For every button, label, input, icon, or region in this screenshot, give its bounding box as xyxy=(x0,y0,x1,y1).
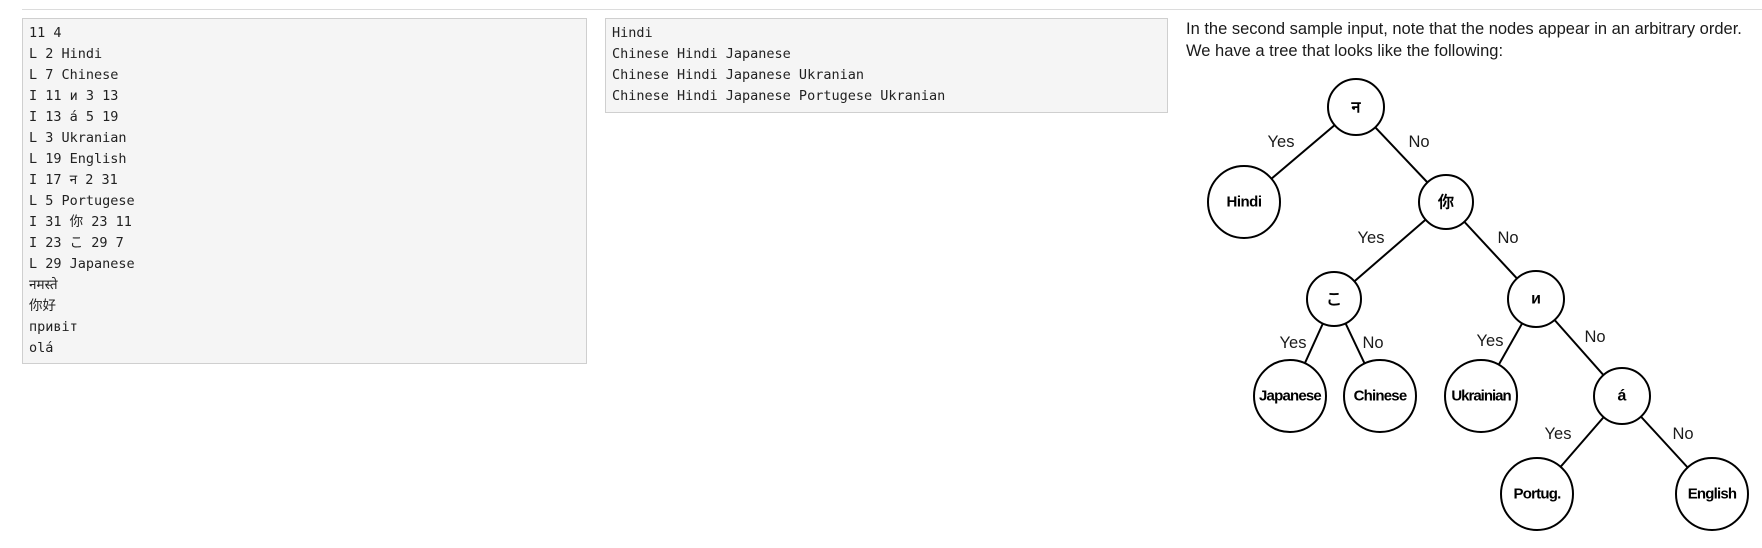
edge-label-yes: Yes xyxy=(1280,334,1307,352)
node-label-ko: こ xyxy=(1326,290,1342,309)
node-label-chinese: Chinese xyxy=(1354,388,1407,405)
tree-node-labels: न Hindi 你 こ и Japanese Chinese Ukrainian… xyxy=(1227,98,1738,503)
node-label-root: न xyxy=(1351,98,1362,117)
edge-label-no: No xyxy=(1408,133,1429,151)
edge-label-yes: Yes xyxy=(1545,425,1572,443)
edge-label-no: No xyxy=(1497,229,1518,247)
node-label-ukrainian: Ukrainian xyxy=(1451,388,1511,405)
node-label-a: á xyxy=(1618,388,1627,405)
node-label-i: и xyxy=(1531,291,1541,308)
edge-label-yes: Yes xyxy=(1358,229,1385,247)
edge-label-no: No xyxy=(1672,425,1693,443)
node-label-hindi: Hindi xyxy=(1227,194,1262,211)
node-label-portug: Portug. xyxy=(1514,486,1562,503)
edge-label-yes: Yes xyxy=(1268,133,1295,151)
edge-label-no: No xyxy=(1362,334,1383,352)
edge-label-no: No xyxy=(1584,328,1605,346)
node-label-english: English xyxy=(1688,486,1737,503)
node-label-ni: 你 xyxy=(1437,193,1454,212)
edge-label-yes: Yes xyxy=(1477,332,1504,350)
tree-diagram: Yes No Yes No Yes No Yes No Yes No न Hin… xyxy=(1207,78,1749,531)
node-label-japanese: Japanese xyxy=(1259,388,1321,405)
